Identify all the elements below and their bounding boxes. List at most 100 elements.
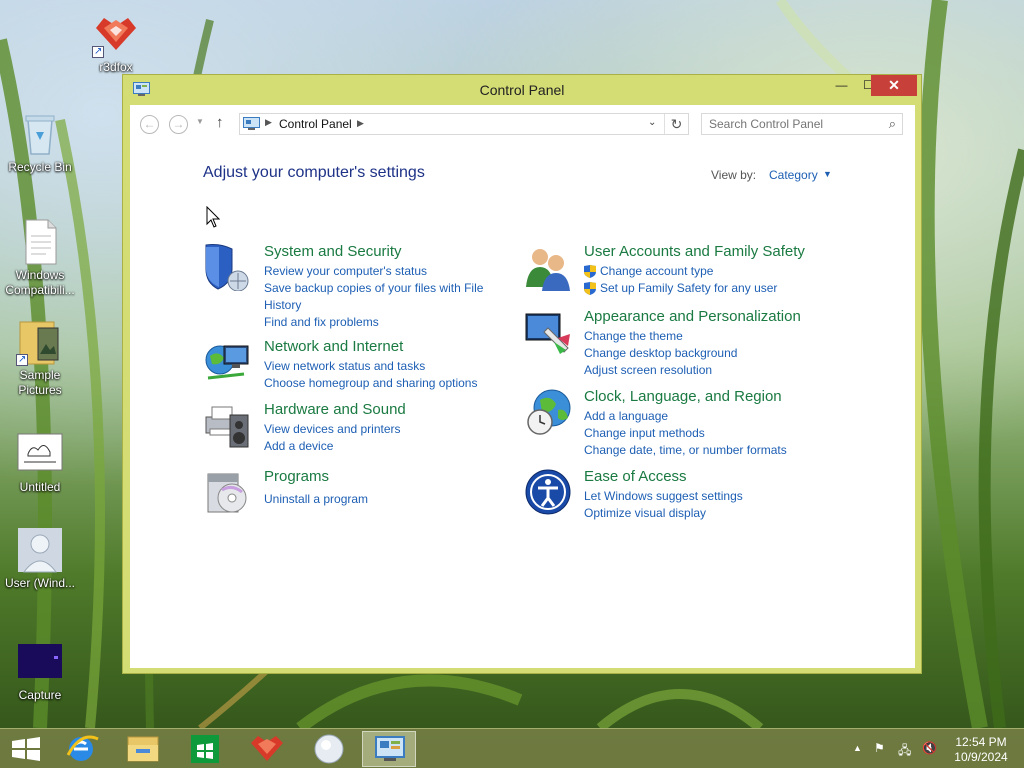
link-text: Set up Family Safety for any user [600, 281, 778, 295]
category-title[interactable]: User Accounts and Family Safety [584, 243, 805, 260]
desktop-icon-capture[interactable]: Capture [0, 638, 80, 703]
link-setup-family-safety[interactable]: Set up Family Safety for any user [584, 280, 824, 297]
monitor-paint-icon[interactable] [524, 308, 572, 356]
user-icon [16, 526, 64, 574]
clock-time: 12:54 PM [955, 735, 1007, 749]
arrow-right-icon: → [172, 117, 185, 131]
view-by-dropdown[interactable]: Category [769, 168, 818, 182]
video-file-icon [16, 638, 64, 686]
caret-down-icon[interactable]: ▼ [823, 169, 832, 179]
taskbar-file-explorer[interactable] [116, 731, 170, 767]
link-add-language[interactable]: Add a language [584, 408, 824, 425]
breadcrumb-separator-icon[interactable]: ▶ [357, 118, 364, 129]
link-change-theme[interactable]: Change the theme [584, 328, 824, 345]
forward-button[interactable]: → [169, 115, 188, 134]
view-by-label: View by: [711, 168, 757, 182]
chevron-down-icon: ⌄ [648, 117, 657, 128]
taskbar-windows-store[interactable] [178, 731, 232, 767]
network-icon[interactable]: 🖧 [898, 741, 911, 762]
users-icon[interactable] [524, 243, 572, 291]
link-uninstall-program[interactable]: Uninstall a program [264, 491, 504, 508]
recent-locations-button[interactable]: ▼ [196, 117, 204, 126]
category-title[interactable]: System and Security [264, 243, 402, 260]
mouse-cursor-icon [206, 206, 220, 228]
volume-muted-icon[interactable]: 🔇 [922, 741, 937, 755]
address-bar[interactable]: ▶ Control Panel ▶ ⌄ ↻ [239, 113, 689, 135]
category-title[interactable]: Ease of Access [584, 468, 687, 485]
breadcrumb-control-panel[interactable]: Control Panel [279, 117, 352, 131]
link-save-backup-copies[interactable]: Save backup copies of your files with Fi… [264, 280, 504, 314]
desktop-icon-label: Recycle Bin [8, 160, 72, 174]
desktop-icon-label: Sample Pictures [18, 368, 62, 397]
start-icon [12, 737, 40, 761]
search-input[interactable] [709, 117, 869, 131]
shield-icon[interactable] [204, 243, 252, 291]
printer-speaker-icon[interactable] [204, 401, 252, 449]
desktop-icon-label: User (Wind... [4, 576, 75, 590]
clock-globe-icon[interactable] [524, 388, 572, 436]
desktop-icon-sample-pictures[interactable]: Sample Pictures [0, 318, 80, 398]
category-title[interactable]: Network and Internet [264, 338, 403, 355]
desktop-icon-r3dfox[interactable]: r3dfox [76, 10, 156, 75]
category-title[interactable]: Clock, Language, and Region [584, 388, 782, 405]
network-globe-icon[interactable] [204, 338, 252, 386]
category-title[interactable]: Hardware and Sound [264, 401, 406, 418]
search-box[interactable]: ⌕ [701, 113, 903, 135]
folder-icon [16, 318, 64, 367]
up-button[interactable]: ↑ [216, 114, 224, 131]
link-change-desktop-background[interactable]: Change desktop background [584, 345, 824, 362]
desktop-icon-user[interactable]: User (Wind... [0, 526, 80, 591]
link-change-account-type[interactable]: Change account type [584, 263, 824, 280]
close-button[interactable]: ✕ [871, 75, 917, 96]
image-file-icon [16, 430, 64, 478]
windows-store-icon [191, 735, 219, 763]
taskbar-r3dfox[interactable] [240, 731, 294, 767]
category-links: View network status and tasks Choose hom… [264, 358, 504, 392]
title-bar[interactable]: Control Panel — ☐ ✕ [123, 75, 921, 105]
start-button[interactable] [0, 731, 54, 767]
link-view-devices-printers[interactable]: View devices and printers [264, 421, 504, 438]
control-panel-icon [375, 736, 405, 761]
link-change-date-time-formats[interactable]: Change date, time, or number formats [584, 442, 824, 459]
r3dfox-icon [251, 736, 283, 761]
category-links: View devices and printers Add a device [264, 421, 504, 455]
taskbar-user[interactable] [302, 731, 356, 767]
show-hidden-icons-button[interactable]: ▲ [853, 743, 862, 753]
category-title[interactable]: Programs [264, 468, 329, 485]
refresh-button[interactable]: ↻ [664, 114, 688, 134]
category-links: Change the theme Change desktop backgrou… [584, 328, 824, 379]
link-view-network-status[interactable]: View network status and tasks [264, 358, 504, 375]
link-adjust-screen-resolution[interactable]: Adjust screen resolution [584, 362, 824, 379]
link-review-computer-status[interactable]: Review your computer's status [264, 263, 504, 280]
desktop-icon-windows-compatibility[interactable]: Windows Compatibili... [0, 218, 80, 298]
breadcrumb-separator-icon[interactable]: ▶ [265, 117, 272, 128]
chevron-down-icon: ▼ [196, 117, 204, 126]
link-optimize-visual-display[interactable]: Optimize visual display [584, 505, 824, 522]
link-find-fix-problems[interactable]: Find and fix problems [264, 314, 504, 331]
taskbar-internet-explorer[interactable] [54, 731, 108, 767]
page-heading: Adjust your computer's settings [203, 164, 425, 181]
back-button[interactable]: ← [140, 115, 159, 134]
r3dfox-icon [92, 10, 140, 59]
link-choose-homegroup[interactable]: Choose homegroup and sharing options [264, 375, 504, 392]
internet-explorer-icon [66, 735, 99, 761]
recycle-bin-icon [16, 110, 64, 158]
action-center-flag-icon[interactable]: ⚑ [874, 741, 885, 755]
address-dropdown-button[interactable]: ⌄ [648, 117, 656, 128]
link-let-windows-suggest-settings[interactable]: Let Windows suggest settings [584, 488, 824, 505]
category-links: Add a language Change input methods Chan… [584, 408, 824, 459]
link-add-device[interactable]: Add a device [264, 438, 504, 455]
uac-shield-icon [584, 265, 596, 278]
file-explorer-icon [127, 736, 159, 762]
link-change-input-methods[interactable]: Change input methods [584, 425, 824, 442]
category-title[interactable]: Appearance and Personalization [584, 308, 801, 325]
arrow-left-icon: ← [143, 117, 156, 131]
desktop-icon-recycle-bin[interactable]: Recycle Bin [0, 110, 80, 175]
desktop-icon-untitled[interactable]: Untitled [0, 430, 80, 495]
ease-of-access-icon[interactable] [524, 468, 572, 516]
minimize-button[interactable]: — [828, 75, 855, 96]
programs-disc-icon[interactable] [204, 468, 252, 516]
search-icon[interactable]: ⌕ [889, 116, 896, 132]
taskbar-control-panel[interactable] [362, 731, 416, 767]
system-clock[interactable]: 12:54 PM 10/9/2024 [948, 735, 1014, 765]
